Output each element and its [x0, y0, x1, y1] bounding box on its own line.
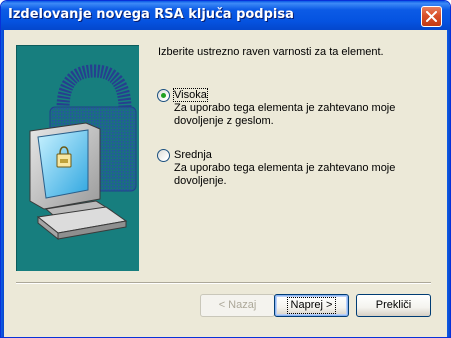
- option-high-description: Za uporabo tega elementa je zahtevano mo…: [174, 102, 396, 127]
- option-high-label[interactable]: Visoka: [173, 88, 208, 102]
- dialog-window: Izdelovanje novega RSA ključa podpisa Iz…: [0, 0, 451, 338]
- next-button-label: Naprej >: [286, 297, 337, 314]
- radio-selected-dot: [161, 93, 166, 98]
- back-button[interactable]: < Nazaj: [200, 294, 275, 317]
- close-button[interactable]: [421, 6, 442, 27]
- option-medium-label[interactable]: Srednja: [174, 149, 212, 161]
- back-button-label: < Nazaj: [218, 299, 257, 311]
- security-level-prompt: Izberite ustrezno raven varnosti za ta e…: [158, 46, 384, 58]
- window-border-left: [1, 30, 4, 337]
- cancel-button-label: Prekliči: [375, 299, 412, 311]
- window-border-right: [447, 30, 450, 337]
- title-bar[interactable]: Izdelovanje novega RSA ključa podpisa: [1, 1, 450, 30]
- radio-medium[interactable]: [157, 149, 170, 162]
- close-icon: [426, 11, 437, 22]
- computer-lock-icon: [29, 64, 137, 241]
- button-separator: [16, 282, 431, 284]
- window-title: Izdelovanje novega RSA ključa podpisa: [8, 7, 294, 22]
- radio-high[interactable]: [157, 89, 170, 102]
- option-high[interactable]: Visoka Za uporabo tega elementa je zahte…: [157, 88, 417, 131]
- next-button[interactable]: Naprej >: [274, 294, 349, 317]
- option-medium-description: Za uporabo tega elementa je zahtevano mo…: [174, 162, 396, 187]
- cancel-button[interactable]: Prekliči: [356, 294, 431, 317]
- wizard-art-panel: [16, 45, 139, 271]
- option-medium[interactable]: Srednja Za uporabo tega elementa je zaht…: [157, 149, 417, 191]
